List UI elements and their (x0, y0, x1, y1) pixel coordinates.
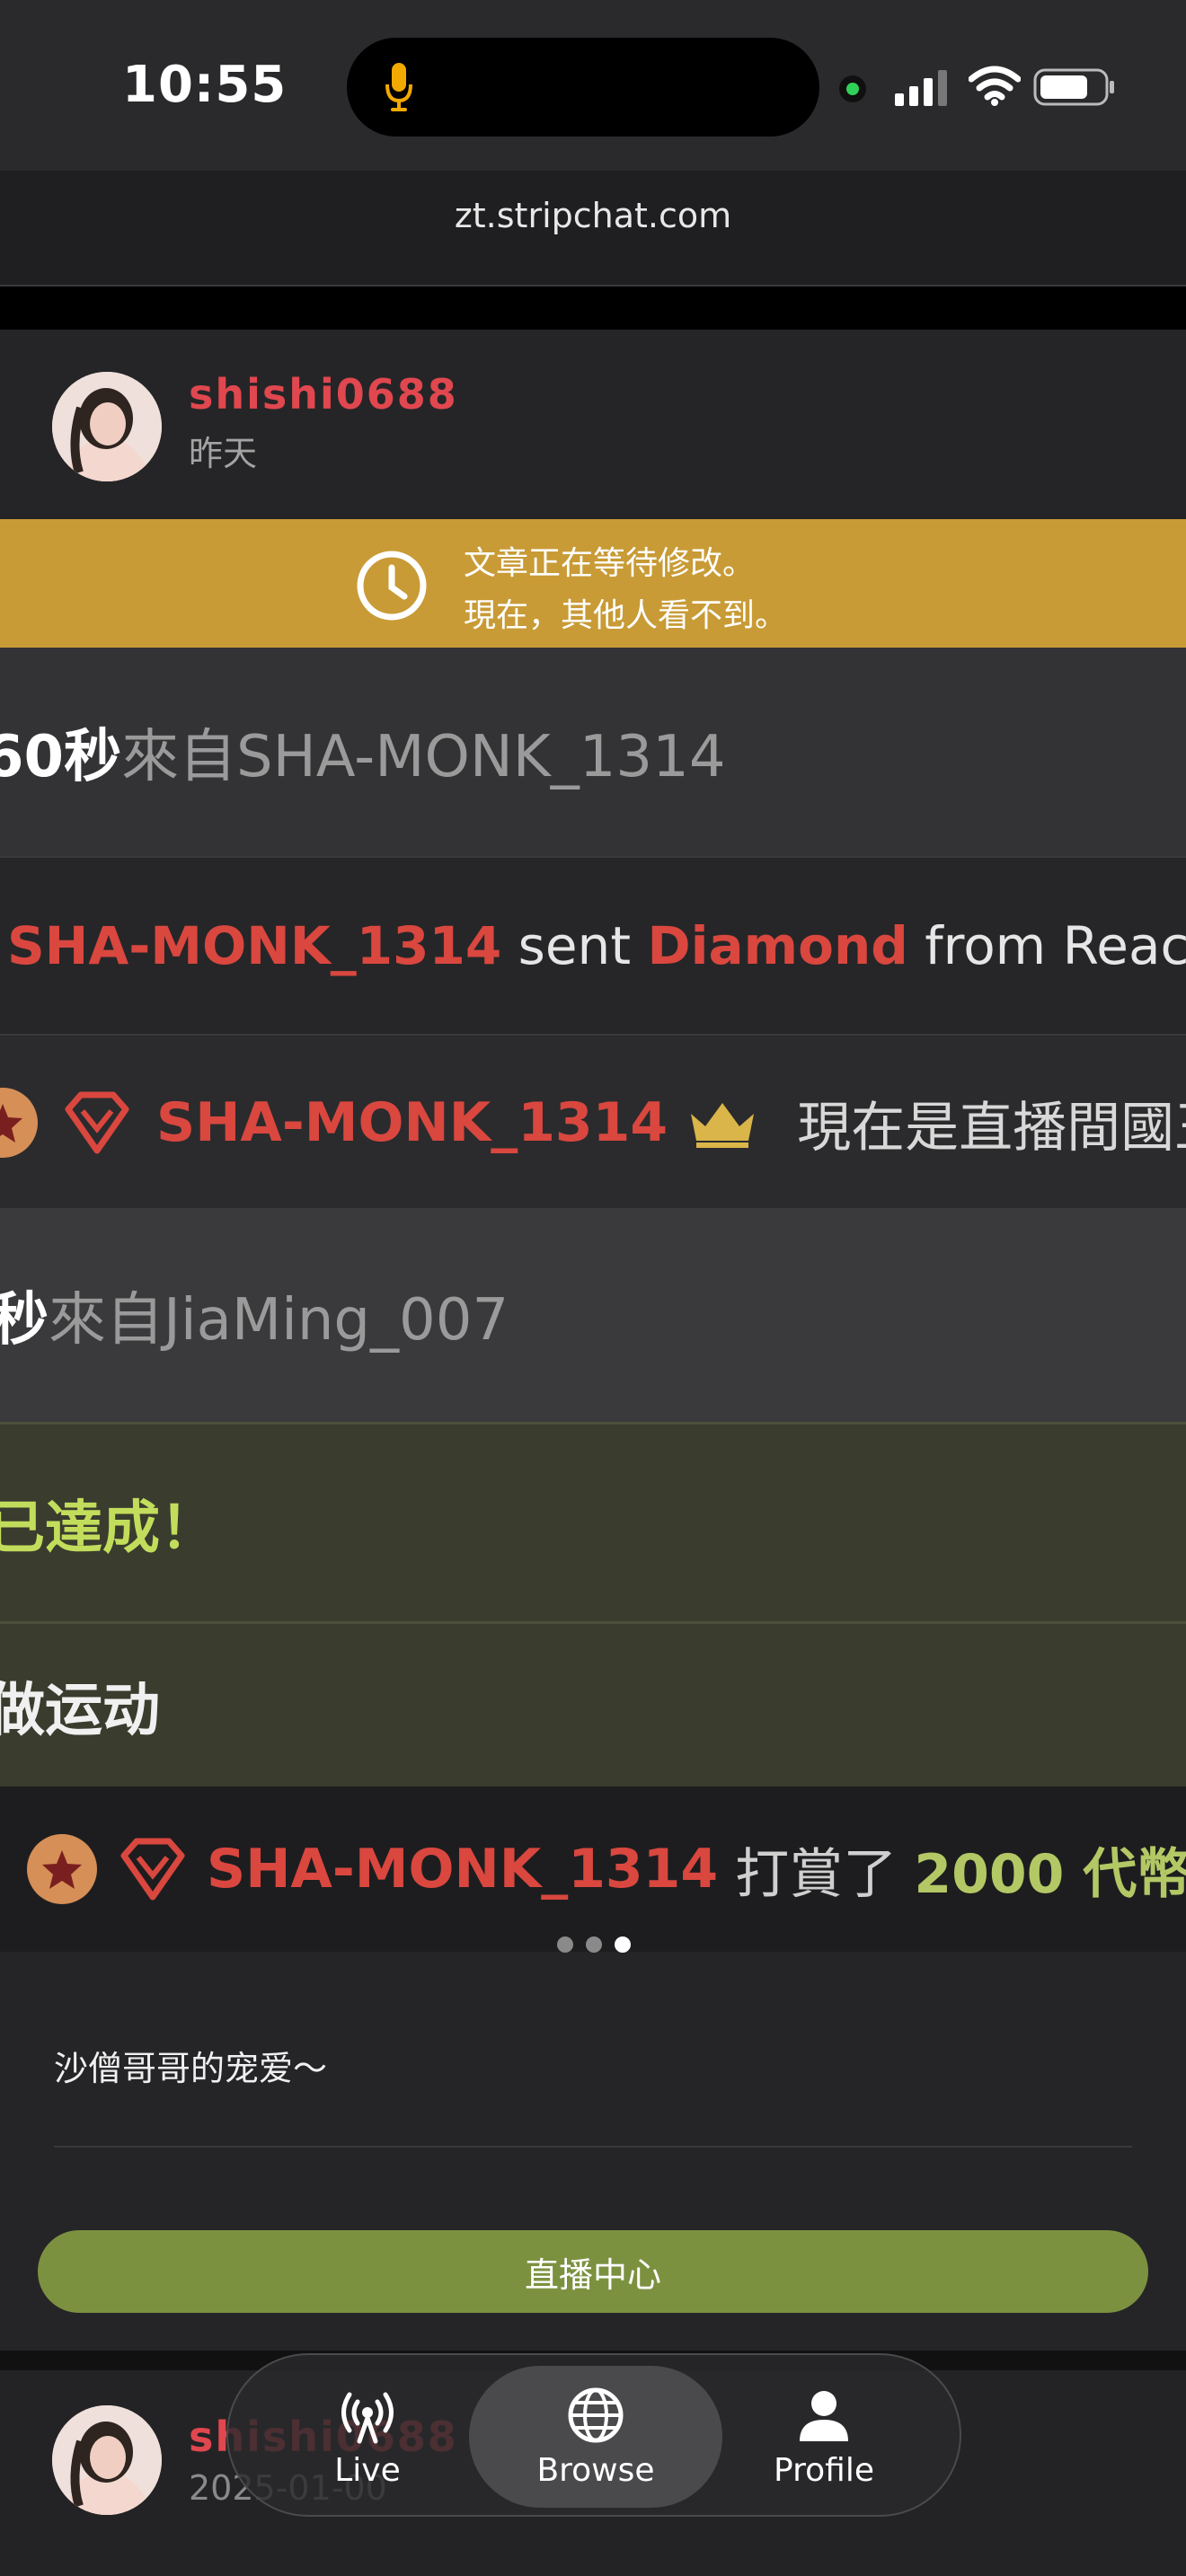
image-pager[interactable] (557, 1936, 631, 1953)
nav-label: Live (334, 2451, 401, 2489)
diamond-badge-icon (65, 1091, 129, 1154)
star-badge-icon (27, 1834, 97, 1904)
chat-text: from Reacti (925, 915, 1186, 976)
status-bar: 10:55 zt.stripchat.com (0, 0, 1186, 235)
pager-dot[interactable] (586, 1936, 602, 1953)
nav-label: Browse (536, 2451, 655, 2489)
post-caption: 沙僧哥哥的宠爱～ (54, 2049, 328, 2088)
nav-live[interactable]: Live (264, 2355, 471, 2519)
bottom-navigation: Live Browse Profile (226, 2353, 961, 2517)
chat-text: sent (501, 915, 648, 976)
token-amount: 2000 代幣 (914, 1842, 1186, 1906)
chat-message: SHA-MONK_1314 sent Diamond from Reacti (0, 856, 1186, 1036)
chat-username: SHA-MONK_1314 (7, 915, 502, 976)
chat-text: 來自SHA-MONK_1314 (121, 724, 726, 790)
gift-name: Diamond (647, 915, 908, 976)
pager-dot-active[interactable] (615, 1936, 631, 1953)
microphone-icon (385, 63, 412, 111)
cellular-signal-icon (895, 70, 947, 106)
dynamic-island (347, 38, 819, 137)
chat-text: 60秒 (0, 724, 122, 790)
live-broadcast-icon (341, 2392, 394, 2443)
chat-username: SHA-MONK_1314 (207, 1838, 719, 1901)
chat-text: 來自JiaMing_007 (49, 1287, 509, 1354)
address-bar-url[interactable]: zt.stripchat.com (0, 196, 1186, 235)
battery-icon (1033, 68, 1114, 106)
goal-message: 做运动 (0, 1621, 1186, 1786)
nav-label: Profile (774, 2451, 874, 2489)
post-image[interactable]: 60秒 來自SHA-MONK_1314 SHA-MONK_1314 sent D… (0, 648, 1186, 1952)
chat-message: SHA-MONK_1314 現在是直播間國王 (0, 1037, 1186, 1208)
avatar[interactable] (52, 372, 162, 481)
person-icon (800, 2390, 848, 2441)
camera-indicator-icon (839, 75, 866, 102)
diamond-badge-icon (120, 1838, 185, 1901)
live-center-button[interactable]: 直播中心 (38, 2230, 1148, 2313)
globe-icon (568, 2387, 624, 2442)
star-badge-icon (0, 1088, 38, 1158)
clock-icon (357, 551, 427, 621)
chat-username: SHA-MONK_1314 (156, 1091, 668, 1154)
divider (54, 2146, 1132, 2148)
divider (0, 287, 1186, 330)
banner-text: 現在，其他人看不到。 (464, 597, 788, 634)
chat-text: 現在是直播間國王 (797, 1096, 1186, 1160)
wifi-icon (969, 66, 1021, 106)
chat-message: 60秒 來自SHA-MONK_1314 (0, 648, 1186, 856)
pager-dot[interactable] (557, 1936, 573, 1953)
banner-text: 文章正在等待修改。 (464, 545, 756, 582)
post-timestamp: 昨天 (189, 434, 258, 473)
chat-text: 已達成！ (0, 1495, 217, 1562)
nav-browse[interactable]: Browse (469, 2366, 722, 2508)
nav-profile[interactable]: Profile (721, 2355, 927, 2519)
avatar[interactable] (52, 2405, 162, 2515)
chat-text: 打賞了 (718, 1842, 915, 1906)
goal-message: 已達成！ (0, 1422, 1186, 1621)
chat-text: 做运动 (0, 1677, 160, 1744)
chat-message: 秒 來自JiaMing_007 (0, 1208, 1186, 1422)
chat-text: 秒 (0, 1287, 49, 1354)
author-name[interactable]: shishi0688 (189, 370, 458, 419)
chat-message: SHA-MONK_1314 打賞了 2000 代幣 (0, 1786, 1186, 1952)
clock-time: 10:55 (122, 56, 288, 114)
crown-icon (691, 1103, 755, 1148)
